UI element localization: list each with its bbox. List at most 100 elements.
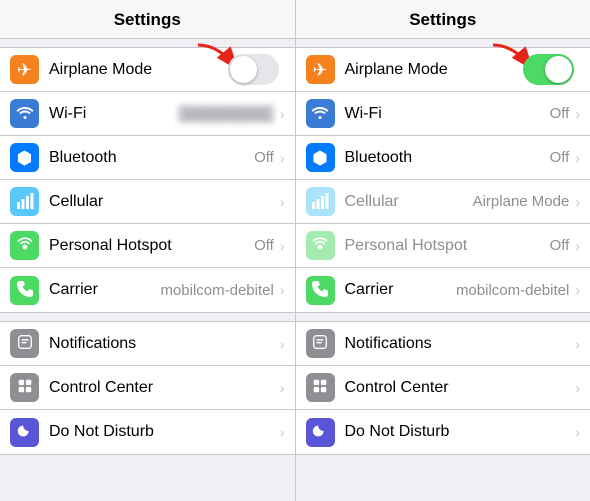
left-toggle-knob xyxy=(230,56,257,83)
left-misc-group: Notifications › Control Center xyxy=(0,321,295,455)
right-cellular-row[interactable]: Cellular Airplane Mode › xyxy=(296,180,590,224)
left-wifi-value: XXXXXXXXX xyxy=(178,105,274,123)
right-misc-group: Notifications › Control Center xyxy=(296,321,590,455)
left-dnd-row[interactable]: Do Not Disturb › xyxy=(0,410,295,454)
right-airplane-icon: ✈ xyxy=(306,55,335,84)
right-bluetooth-label: Bluetooth xyxy=(345,149,550,167)
phone-glyph xyxy=(16,280,34,301)
left-notifications-icon xyxy=(10,329,39,358)
right-carrier-label: Carrier xyxy=(345,281,456,299)
right-airplane-row[interactable]: ✈ Airplane Mode xyxy=(296,48,590,92)
right-bt-glyph: ⬢ xyxy=(312,149,328,167)
right-hotspot-chevron: › xyxy=(575,238,580,254)
left-network-group: ✈ Airplane Mode xyxy=(0,47,295,313)
left-wifi-row[interactable]: Wi-Fi XXXXXXXXX › xyxy=(0,92,295,136)
left-bluetooth-chevron: › xyxy=(280,150,285,166)
right-bluetooth-icon: ⬢ xyxy=(306,143,335,172)
right-wifi-icon xyxy=(306,99,335,128)
notif-glyph xyxy=(16,333,34,354)
left-controlcenter-row[interactable]: Control Center › xyxy=(0,366,295,410)
right-ctrl-glyph xyxy=(311,377,329,398)
left-wifi-icon xyxy=(10,99,39,128)
right-notifications-label: Notifications xyxy=(345,335,574,353)
right-wifi-value: Off xyxy=(550,105,570,122)
right-dnd-chevron: › xyxy=(575,424,580,440)
cell-glyph xyxy=(16,192,34,212)
left-bluetooth-row[interactable]: ⬢ Bluetooth Off › xyxy=(0,136,295,180)
left-header: Settings xyxy=(0,0,295,39)
right-bluetooth-chevron: › xyxy=(575,150,580,166)
right-wifi-chevron: › xyxy=(575,106,580,122)
left-wifi-label: Wi-Fi xyxy=(49,105,178,123)
right-hot-glyph xyxy=(310,234,330,257)
right-dnd-icon xyxy=(306,418,335,447)
left-carrier-icon xyxy=(10,276,39,305)
left-bluetooth-icon: ⬢ xyxy=(10,143,39,172)
left-carrier-row[interactable]: Carrier mobilcom-debitel › xyxy=(0,268,295,312)
left-carrier-label: Carrier xyxy=(49,281,160,299)
right-cellular-value: Airplane Mode xyxy=(473,193,570,210)
bt-glyph: ⬢ xyxy=(17,149,33,167)
panel-left: Settings ✈ Airplane Mode xyxy=(0,0,296,501)
right-carrier-chevron: › xyxy=(575,282,580,298)
right-airplane-label: Airplane Mode xyxy=(345,61,524,79)
left-bluetooth-value: Off xyxy=(254,149,274,166)
ctrl-glyph xyxy=(16,377,34,398)
left-wifi-chevron: › xyxy=(280,106,285,122)
left-cellular-label: Cellular xyxy=(49,193,278,211)
left-notifications-row[interactable]: Notifications › xyxy=(0,322,295,366)
left-hotspot-chevron: › xyxy=(280,238,285,254)
right-notif-glyph xyxy=(311,333,329,354)
right-bluetooth-row[interactable]: ⬢ Bluetooth Off › xyxy=(296,136,590,180)
right-phone-glyph xyxy=(311,280,329,301)
left-bluetooth-label: Bluetooth xyxy=(49,149,254,167)
panel-right: Settings ✈ Airplane Mode xyxy=(296,0,590,501)
left-dnd-label: Do Not Disturb xyxy=(49,423,278,441)
hot-glyph xyxy=(15,234,35,257)
left-hotspot-label: Personal Hotspot xyxy=(49,237,254,255)
right-hotspot-label: Personal Hotspot xyxy=(345,237,550,255)
right-hotspot-value: Off xyxy=(550,237,570,254)
right-network-group: ✈ Airplane Mode xyxy=(296,47,590,313)
right-controlcenter-label: Control Center xyxy=(345,379,574,397)
right-controlcenter-icon xyxy=(306,373,335,402)
right-header: Settings xyxy=(296,0,590,39)
left-hotspot-icon xyxy=(10,231,39,260)
right-dnd-row[interactable]: Do Not Disturb › xyxy=(296,410,590,454)
right-cell-glyph xyxy=(311,192,329,212)
moon-glyph xyxy=(16,422,34,443)
left-cellular-icon xyxy=(10,187,39,216)
right-airplane-glyph: ✈ xyxy=(312,61,327,79)
right-controlcenter-row[interactable]: Control Center › xyxy=(296,366,590,410)
left-dnd-chevron: › xyxy=(280,424,285,440)
left-hotspot-row[interactable]: Personal Hotspot Off › xyxy=(0,224,295,268)
right-wifi-row[interactable]: Wi-Fi Off › xyxy=(296,92,590,136)
right-carrier-row[interactable]: Carrier mobilcom-debitel › xyxy=(296,268,590,312)
right-moon-glyph xyxy=(311,422,329,443)
right-hotspot-row[interactable]: Personal Hotspot Off › xyxy=(296,224,590,268)
right-cellular-label: Cellular xyxy=(345,193,473,211)
left-notifications-label: Notifications xyxy=(49,335,278,353)
left-carrier-chevron: › xyxy=(280,282,285,298)
left-airplane-toggle[interactable] xyxy=(228,54,279,85)
left-cellular-row[interactable]: Cellular › xyxy=(0,180,295,224)
left-airplane-icon: ✈ xyxy=(10,55,39,84)
left-dnd-icon xyxy=(10,418,39,447)
right-cellular-icon xyxy=(306,187,335,216)
right-toggle-knob xyxy=(545,56,572,83)
right-airplane-toggle[interactable] xyxy=(523,54,574,85)
left-airplane-row[interactable]: ✈ Airplane Mode xyxy=(0,48,295,92)
right-wifi-glyph xyxy=(311,104,329,123)
right-notifications-row[interactable]: Notifications › xyxy=(296,322,590,366)
left-controlcenter-label: Control Center xyxy=(49,379,278,397)
right-controlcenter-chevron: › xyxy=(575,380,580,396)
right-dnd-label: Do Not Disturb xyxy=(345,423,574,441)
left-hotspot-value: Off xyxy=(254,237,274,254)
right-notifications-icon xyxy=(306,329,335,358)
right-wifi-label: Wi-Fi xyxy=(345,105,550,123)
right-carrier-icon xyxy=(306,276,335,305)
left-controlcenter-icon xyxy=(10,373,39,402)
left-controlcenter-chevron: › xyxy=(280,380,285,396)
right-cellular-chevron: › xyxy=(575,194,580,210)
left-cellular-chevron: › xyxy=(280,194,285,210)
